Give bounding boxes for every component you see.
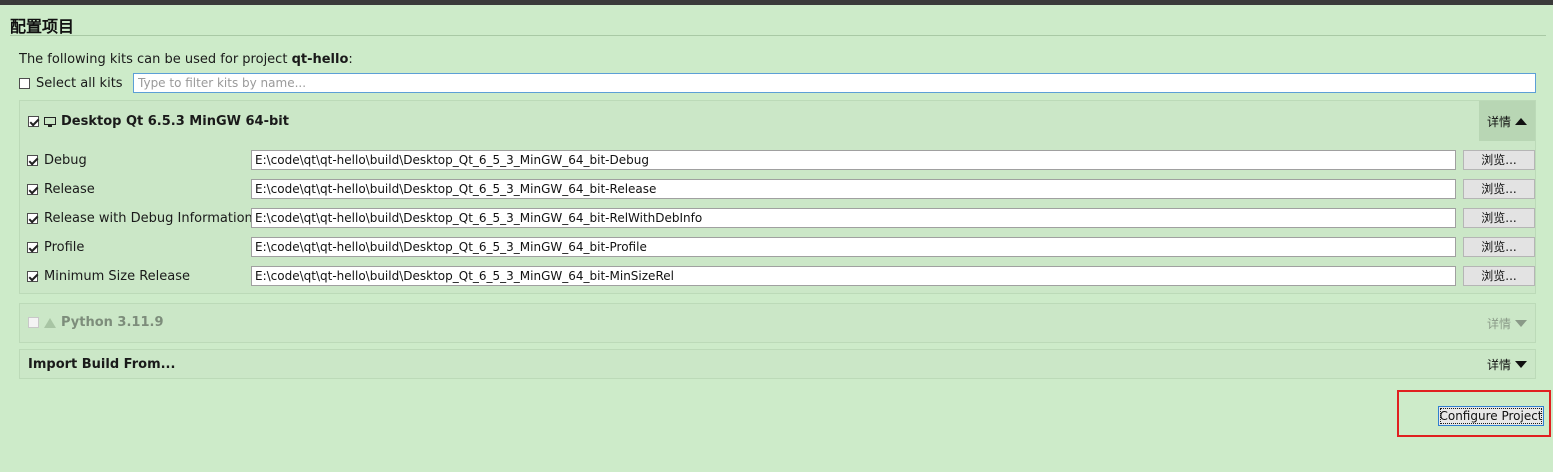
browse-button[interactable]: 浏览... [1463, 237, 1535, 257]
chevron-down-icon [1515, 360, 1527, 368]
browse-button[interactable]: 浏览... [1463, 179, 1535, 199]
build-config-row: Release with Debug Information 浏览... [27, 207, 1537, 229]
page-title: 配置项目 [10, 17, 75, 36]
kit-checkbox-desktop[interactable] [28, 116, 39, 127]
build-checkbox[interactable] [27, 154, 38, 166]
build-config-row: Profile 浏览... [27, 236, 1537, 258]
details-label: 详情 [1486, 316, 1511, 331]
details-toggle-python[interactable]: 详情 [1479, 304, 1535, 342]
details-label: 详情 [1486, 357, 1511, 372]
build-checkbox[interactable] [27, 241, 38, 253]
title-divider [10, 35, 1546, 36]
build-checkbox[interactable] [27, 270, 38, 282]
kit-checkbox-python[interactable] [28, 317, 39, 328]
select-all-checkbox[interactable] [19, 78, 30, 89]
build-config-row: Minimum Size Release 浏览... [27, 265, 1537, 287]
chevron-down-icon [1515, 319, 1527, 327]
monitor-icon [44, 116, 56, 127]
build-config-row: Debug 浏览... [27, 149, 1537, 171]
build-path-input[interactable] [251, 208, 1456, 228]
build-label: Release with Debug Information [44, 210, 253, 226]
kit-panel-python: Python 3.11.9 详情 [19, 303, 1536, 343]
intro-prefix: The following kits can be used for proje… [19, 52, 292, 67]
details-toggle-import[interactable]: 详情 [1479, 350, 1535, 378]
import-build-label: Import Build From... [28, 357, 176, 372]
build-path-input[interactable] [251, 266, 1456, 286]
kit-header-python: Python 3.11.9 [28, 315, 163, 330]
import-build-panel: Import Build From... 详情 [19, 349, 1536, 379]
build-path-input[interactable] [251, 150, 1456, 170]
browse-button[interactable]: 浏览... [1463, 208, 1535, 228]
top-bar [0, 0, 1553, 5]
build-label: Minimum Size Release [44, 268, 190, 284]
kit-filter-input[interactable] [133, 73, 1536, 93]
kit-panel-desktop: Desktop Qt 6.5.3 MinGW 64-bit 详情 Debug 浏… [19, 100, 1536, 294]
browse-button[interactable]: 浏览... [1463, 266, 1535, 286]
warning-triangle-icon [44, 317, 56, 328]
browse-button[interactable]: 浏览... [1463, 150, 1535, 170]
select-all-label: Select all kits [36, 76, 123, 91]
arrow-up-icon [1515, 117, 1527, 125]
intro-text: The following kits can be used for proje… [19, 52, 353, 67]
kit-name-python: Python 3.11.9 [61, 315, 164, 330]
select-all-kits[interactable]: Select all kits [19, 76, 123, 91]
build-checkbox[interactable] [27, 212, 38, 224]
details-label: 详情 [1486, 114, 1511, 129]
build-label: Release [44, 181, 95, 197]
build-label: Profile [44, 239, 85, 255]
build-config-row: Release 浏览... [27, 178, 1537, 200]
kit-header-desktop: Desktop Qt 6.5.3 MinGW 64-bit [28, 114, 289, 129]
build-path-input[interactable] [251, 237, 1456, 257]
intro-suffix: : [348, 52, 353, 67]
build-checkbox[interactable] [27, 183, 38, 195]
build-label: Debug [44, 152, 87, 168]
project-name: qt-hello [291, 52, 349, 67]
configure-project-button[interactable]: Configure Project [1438, 406, 1544, 426]
build-path-input[interactable] [251, 179, 1456, 199]
details-toggle-desktop[interactable]: 详情 [1479, 101, 1535, 141]
kit-name-desktop: Desktop Qt 6.5.3 MinGW 64-bit [61, 114, 289, 129]
